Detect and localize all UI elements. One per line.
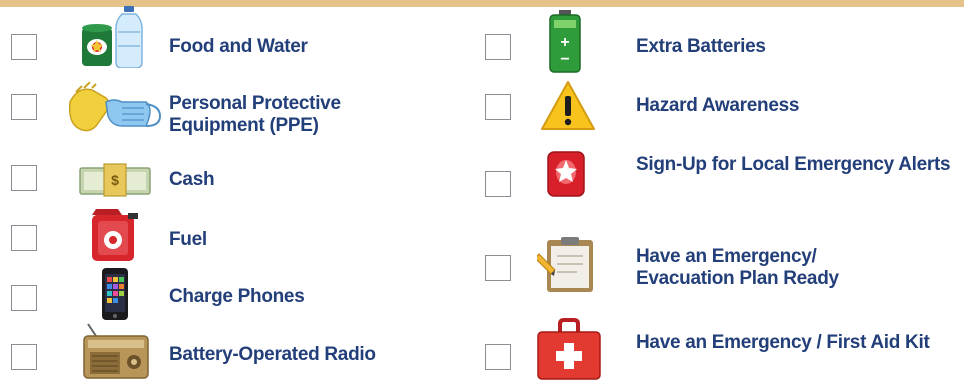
checkbox-fuel[interactable]: [11, 225, 37, 251]
checkbox-emergency-alerts[interactable]: [485, 171, 511, 197]
label-charge-phones: Charge Phones: [169, 286, 305, 307]
label-first-aid-kit: Have an Emergency / First Aid Kit: [636, 332, 930, 353]
alert-icon: [547, 151, 585, 197]
label-evacuation-plan: Have an Emergency/ Evacuation Plan Ready: [636, 246, 839, 289]
checkbox-extra-batteries[interactable]: [485, 34, 511, 60]
hazard-icon: [541, 81, 595, 130]
label-extra-batteries: Extra Batteries: [636, 36, 766, 57]
label-emergency-alerts: Sign-Up for Local Emergency Alerts: [636, 154, 951, 175]
clipboard-icon: [537, 237, 593, 292]
ppe-icon: [68, 82, 162, 132]
phone-icon: [102, 268, 128, 320]
label-cash: Cash: [169, 169, 215, 190]
label-food-water: Food and Water: [169, 36, 308, 57]
food-water-icon: [82, 6, 143, 68]
battery-icon: + −: [549, 10, 581, 73]
checkbox-food-water[interactable]: [11, 34, 37, 60]
checkbox-ppe[interactable]: [11, 94, 37, 120]
checkbox-cash[interactable]: [11, 165, 37, 191]
svg-text:+: +: [560, 34, 569, 51]
label-ppe: Personal Protective Equipment (PPE): [169, 93, 341, 136]
checkbox-first-aid-kit[interactable]: [485, 344, 511, 370]
label-fuel: Fuel: [169, 229, 207, 250]
checkbox-charge-phones[interactable]: [11, 285, 37, 311]
fuel-icon: [92, 209, 138, 261]
label-radio: Battery-Operated Radio: [169, 344, 376, 365]
label-hazard-awareness: Hazard Awareness: [636, 95, 800, 116]
checkbox-hazard-awareness[interactable]: [485, 94, 511, 120]
checkbox-radio[interactable]: [11, 344, 37, 370]
cash-icon: $: [79, 163, 151, 197]
first-aid-kit-icon: [537, 318, 601, 380]
svg-text:$: $: [111, 172, 119, 188]
svg-text:−: −: [560, 51, 569, 68]
checkbox-evacuation-plan[interactable]: [485, 255, 511, 281]
radio-icon: [83, 323, 149, 379]
